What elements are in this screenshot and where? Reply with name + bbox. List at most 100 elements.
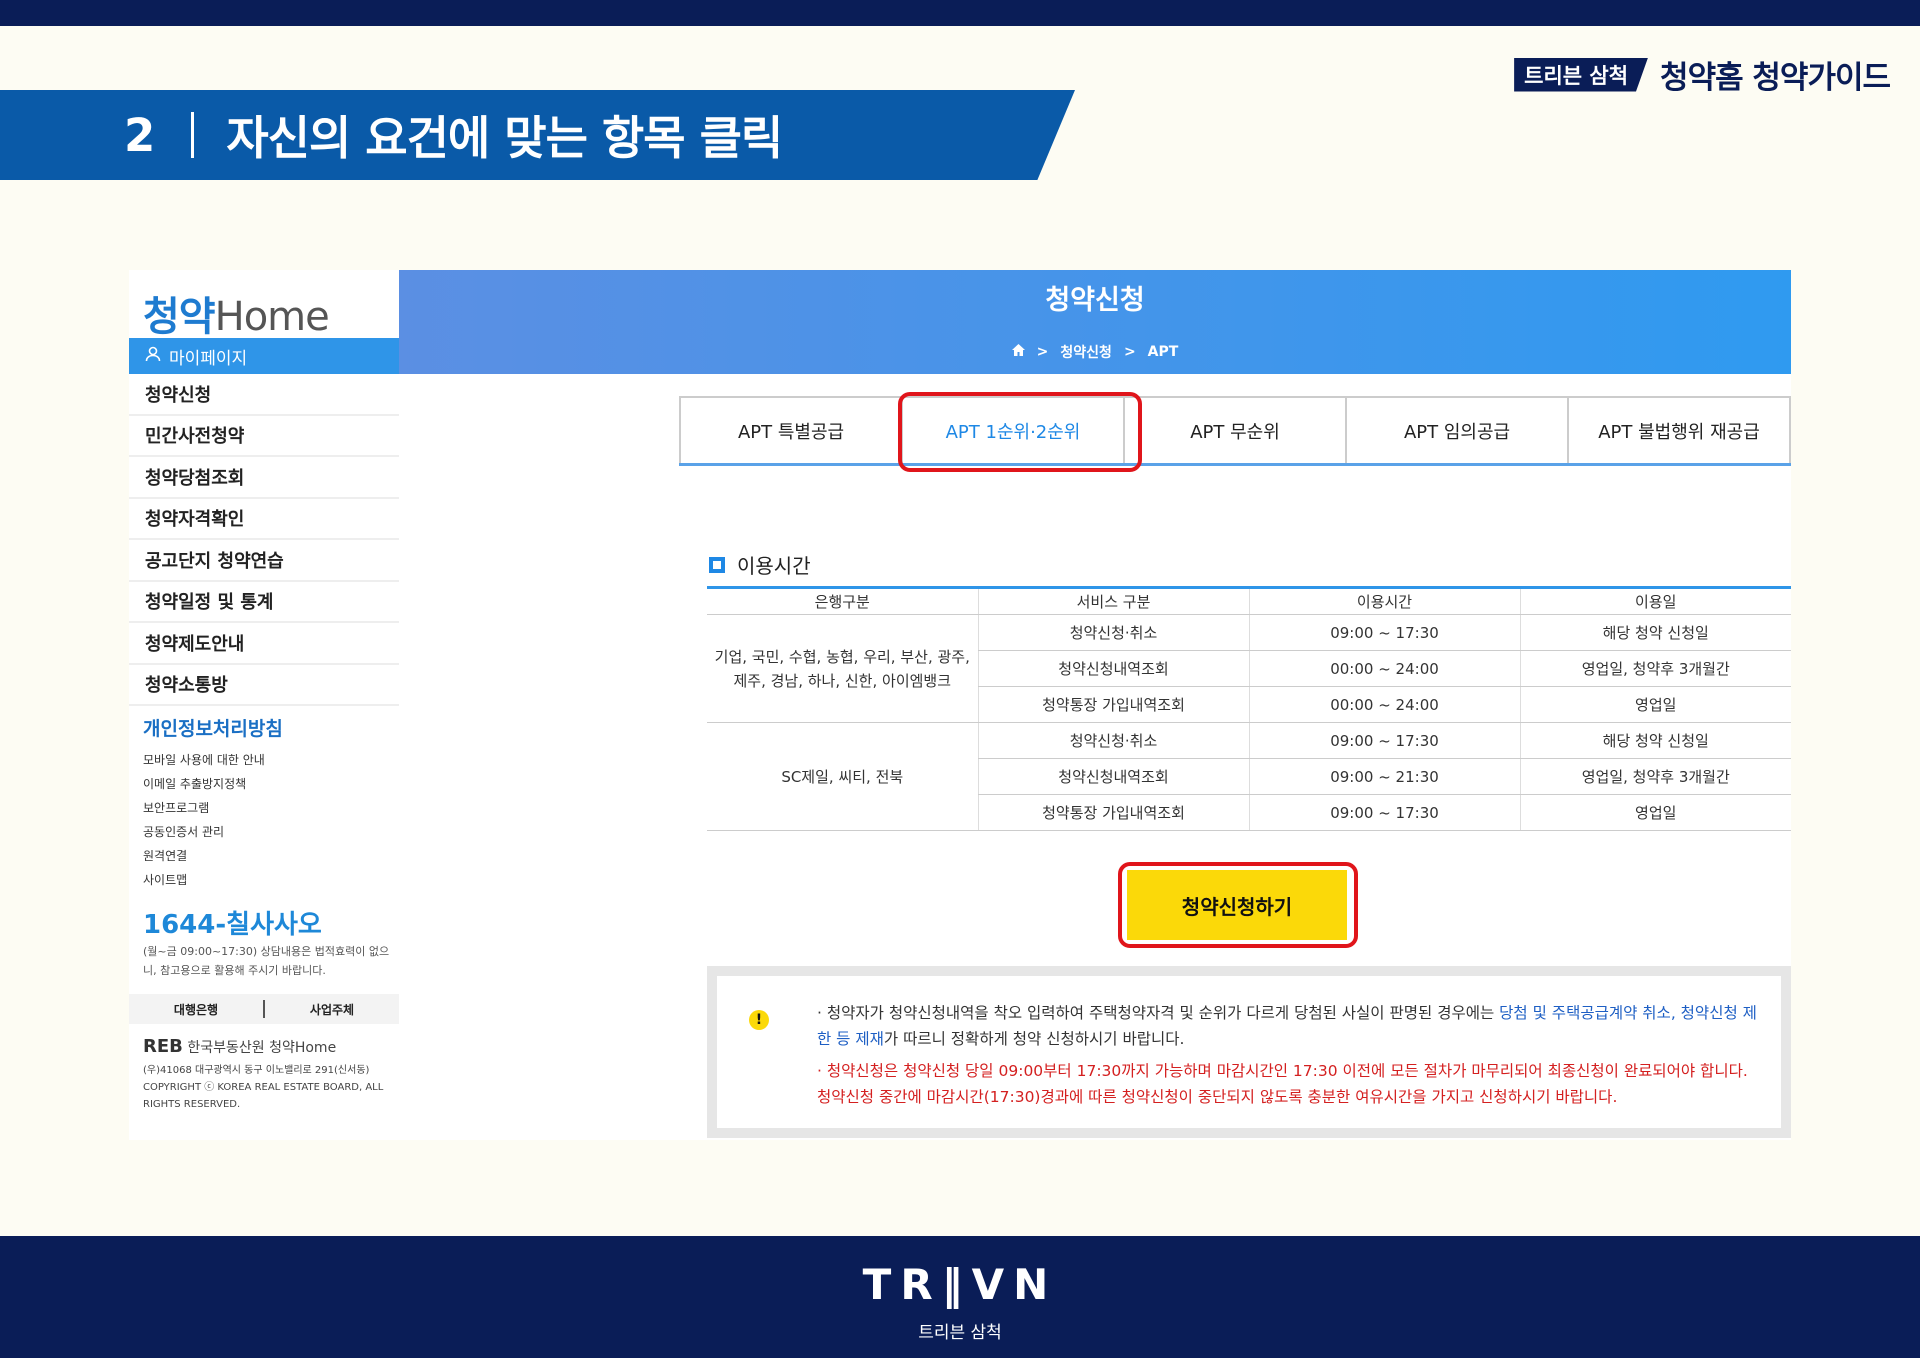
main-content: 청약신청 > 청약신청 > APT APT 특별공급 APT 1순위·2순위 A…: [399, 270, 1791, 1140]
trivn-subtitle: 트리븐 삼척: [918, 1323, 1002, 1343]
sidebar-item-win-lookup[interactable]: 청약당첨조회: [129, 457, 399, 499]
footer-address: (우)41068 대구광역시 동구 이노밸리로 291(신서동) COPYRIG…: [143, 1062, 393, 1113]
usage-table: 은행구분 서비스 구분 이용시간 이용일 기업, 국민, 수협, 농협, 우리,…: [707, 586, 1791, 831]
bank-group-2: SC제일, 씨티, 전북: [707, 722, 978, 831]
home-icon[interactable]: [1011, 344, 1025, 360]
user-icon: [145, 346, 161, 367]
warning-icon: !: [749, 1010, 769, 1030]
footer-logo-korean: 청약: [269, 1040, 295, 1056]
sidebar-item-system-guide[interactable]: 청약제도안내: [129, 623, 399, 665]
step-banner: 2 자신의 요건에 맞는 항목 클릭: [0, 90, 1075, 180]
time-cell: 09:00 ~ 17:30: [1248, 722, 1520, 759]
sidebar-sublinks: 모바일 사용에 대한 안내 이메일 추출방지정책 보안프로그램 공동인증서 관리…: [143, 748, 265, 892]
day-cell: 영업일, 청약후 3개월간: [1519, 758, 1791, 795]
time-cell: 00:00 ~ 24:00: [1248, 686, 1520, 723]
screenshot-frame: 청약Home 마이페이지 청약신청 민간사전청약 청약당첨조회 청약자격확인 공…: [129, 270, 1791, 1140]
logo-home: Home: [214, 294, 330, 340]
highlight-active-tab: [898, 392, 1142, 472]
step-heading: 자신의 요건에 맞는 항목 클릭: [226, 111, 783, 165]
sublink-certificate[interactable]: 공동인증서 관리: [143, 820, 265, 844]
tab-apt-optional[interactable]: APT 임의공급: [1347, 398, 1569, 463]
breadcrumb-item-apt[interactable]: APT: [1148, 344, 1179, 360]
footer-bar: TR‖VN 트리븐 삼척: [0, 1236, 1920, 1358]
step-divider: [191, 112, 195, 158]
service-cell: 청약통장 가입내역조회: [977, 794, 1249, 831]
day-cell: 영업일, 청약후 3개월간: [1519, 650, 1791, 687]
sublink-email-policy[interactable]: 이메일 추출방지정책: [143, 772, 265, 796]
footer-copyright: COPYRIGHT ⓒ KOREA REAL ESTATE BOARD, ALL…: [143, 1082, 384, 1110]
reb-logo: REB: [143, 1036, 183, 1057]
day-cell: 해당 청약 신청일: [1519, 614, 1791, 651]
notice-line-1-a: · 청약자가 청약신청내역을 착오 입력하여 주택청약자격 및 순위가 다르게 …: [817, 1004, 1500, 1022]
day-cell: 영업일: [1519, 794, 1791, 831]
highlight-apply-button: [1118, 862, 1358, 948]
sidebar: 청약Home 마이페이지 청약신청 민간사전청약 청약당첨조회 청약자격확인 공…: [129, 270, 399, 1140]
service-cell: 청약신청내역조회: [977, 650, 1249, 687]
logo-korean: 청약: [143, 294, 216, 340]
sublink-remote[interactable]: 원격연결: [143, 844, 265, 868]
page-header: 청약신청 > 청약신청 > APT: [399, 270, 1791, 374]
notice-box: ! · 청약자가 청약신청내역을 착오 입력하여 주택청약자격 및 순위가 다르…: [707, 966, 1791, 1138]
service-cell: 청약신청·취소: [977, 614, 1249, 651]
apt-tabs: APT 특별공급 APT 1순위·2순위 APT 무순위 APT 임의공급 AP…: [679, 396, 1791, 466]
notice-line-1-b: 가 따르니 정확하게 청약 신청하시기 바랍니다.: [883, 1030, 1185, 1048]
sidebar-item-schedule-stats[interactable]: 청약일정 및 통계: [129, 582, 399, 623]
tab-apt-no-rank[interactable]: APT 무순위: [1125, 398, 1347, 463]
tab-apt-special[interactable]: APT 특별공급: [679, 398, 903, 463]
col-time: 이용시간: [1248, 586, 1520, 615]
sidebar-item-private-pre-apply[interactable]: 민간사전청약: [129, 416, 399, 457]
service-cell: 청약통장 가입내역조회: [977, 686, 1249, 723]
bank-tabs: 대행은행 사업주체: [129, 994, 399, 1024]
brand-header: 트리븐 삼척 청약홈 청약가이드: [1514, 52, 1891, 97]
breadcrumb: > 청약신청 > APT: [399, 342, 1791, 362]
phone-number: 1644-칠사사오: [143, 910, 322, 940]
col-service: 서비스 구분: [977, 586, 1249, 615]
top-navy-bar: [0, 0, 1920, 26]
sidebar-item-community[interactable]: 청약소통방: [129, 665, 399, 706]
mypage-link[interactable]: 마이페이지: [129, 338, 399, 374]
time-cell: 09:00 ~ 17:30: [1248, 614, 1520, 651]
usage-section-title: 이용시간: [709, 550, 811, 579]
service-cell: 청약신청내역조회: [977, 758, 1249, 795]
sidebar-item-practice[interactable]: 공고단지 청약연습: [129, 540, 399, 582]
col-day: 이용일: [1519, 586, 1791, 615]
usage-title: 이용시간: [737, 554, 811, 578]
sublink-sitemap[interactable]: 사이트맵: [143, 868, 265, 892]
time-cell: 09:00 ~ 21:30: [1248, 758, 1520, 795]
notice-line-1: · 청약자가 청약신청내역을 착오 입력하여 주택청약자격 및 순위가 다르게 …: [817, 1000, 1757, 1052]
bank-group-1: 기업, 국민, 수협, 농협, 우리, 부산, 광주, 제주, 경남, 하나, …: [707, 614, 978, 723]
time-cell: 09:00 ~ 17:30: [1248, 794, 1520, 831]
sublink-mobile[interactable]: 모바일 사용에 대한 안내: [143, 748, 265, 772]
notice-text: · 청약자가 청약신청내역을 착오 입력하여 주택청약자격 및 순위가 다르게 …: [817, 1000, 1757, 1110]
brand-tag: 트리븐 삼척: [1514, 57, 1649, 92]
breadcrumb-item-apply[interactable]: 청약신청: [1060, 342, 1112, 362]
footer-address-line: (우)41068 대구광역시 동구 이노밸리로 291(신서동): [143, 1065, 370, 1076]
tab-business-entity[interactable]: 사업주체: [265, 1001, 399, 1018]
chevron-right-icon: >: [1123, 344, 1136, 360]
footer-logo-home: Home: [294, 1040, 337, 1056]
step-number: 2: [124, 108, 156, 162]
table-row: SC제일, 씨티, 전북 청약신청·취소 09:00 ~ 17:30 해당 청약…: [707, 722, 1791, 831]
day-cell: 해당 청약 신청일: [1519, 722, 1791, 759]
sublink-security[interactable]: 보안프로그램: [143, 796, 265, 820]
phone-note: (월~금 09:00~17:30) 상담내용은 법적효력이 없으니, 참고용으로…: [143, 945, 390, 977]
brand-title: 청약홈 청약가이드: [1660, 60, 1891, 96]
footer-org-name: 한국부동산원: [187, 1040, 265, 1056]
page-title: 청약신청: [1045, 285, 1145, 316]
time-cell: 00:00 ~ 24:00: [1248, 650, 1520, 687]
col-bank: 은행구분: [707, 586, 978, 615]
sidebar-item-apply[interactable]: 청약신청: [129, 374, 399, 416]
trivn-logo: TR‖VN: [862, 1260, 1058, 1309]
square-bullet-icon: [709, 556, 725, 573]
tab-agent-bank[interactable]: 대행은행: [129, 1001, 263, 1018]
sidebar-item-eligibility[interactable]: 청약자격확인: [129, 499, 399, 540]
mypage-label: 마이페이지: [169, 348, 248, 369]
privacy-policy-link[interactable]: 개인정보처리방침: [143, 714, 283, 741]
chevron-right-icon: >: [1036, 344, 1049, 360]
site-logo[interactable]: 청약Home: [143, 284, 330, 342]
day-cell: 영업일: [1519, 686, 1791, 723]
sidebar-menu: 청약신청 민간사전청약 청약당첨조회 청약자격확인 공고단지 청약연습 청약일정…: [129, 374, 399, 706]
tab-apt-resupply[interactable]: APT 불법행위 재공급: [1569, 398, 1791, 463]
notice-line-2: · 청약신청은 청약신청 당일 09:00부터 17:30까지 가능하며 마감시…: [817, 1062, 1748, 1106]
service-cell: 청약신청·취소: [977, 722, 1249, 759]
